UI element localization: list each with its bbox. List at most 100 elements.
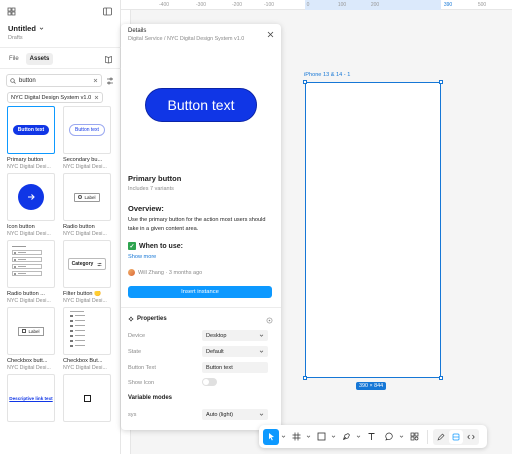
- chevron-down-icon: [259, 334, 264, 337]
- comment-tool-button[interactable]: [381, 429, 397, 445]
- close-icon[interactable]: [267, 31, 274, 38]
- component-card[interactable]: Button text Primary button NYC Digital D…: [7, 106, 55, 170]
- component-library: NYC Digital Desi...: [7, 164, 51, 170]
- library-icon[interactable]: [104, 55, 113, 64]
- design-mode-button[interactable]: [449, 429, 463, 444]
- divider: [0, 68, 121, 69]
- pen-tool-button[interactable]: [338, 429, 354, 445]
- component-card[interactable]: Checkbox But... NYC Digital Desi...: [63, 307, 111, 371]
- properties-heading: Properties: [128, 316, 167, 322]
- chevron-down-icon[interactable]: [399, 434, 404, 439]
- pen-icon: [342, 433, 350, 441]
- component-card[interactable]: Radio button ... NYC Digital Desi...: [7, 240, 55, 304]
- component-name: Primary button: [7, 157, 44, 163]
- search-icon: [10, 77, 16, 84]
- rectangle-icon: [317, 432, 325, 441]
- component-thumbnail: Button text: [63, 106, 111, 154]
- thumb-primary-button: Button text: [12, 125, 50, 135]
- asset-search-field[interactable]: button: [6, 74, 102, 87]
- sys-mode-select[interactable]: Auto (light): [202, 409, 268, 420]
- button-text-value: Button text: [206, 364, 233, 371]
- variable-modes-heading: Variable modes: [128, 395, 173, 401]
- prop-label-show-icon: Show Icon: [128, 380, 155, 386]
- prop-label-state: State: [128, 349, 142, 355]
- resize-handle[interactable]: [439, 80, 443, 84]
- component-thumbnail: Label: [63, 173, 111, 221]
- sidebar-tabs: File Assets: [5, 53, 54, 65]
- move-tool-button[interactable]: [263, 428, 279, 445]
- component-thumbnail: [7, 173, 55, 221]
- show-icon-toggle[interactable]: [202, 378, 217, 386]
- sliders-icon: [97, 262, 102, 266]
- component-card[interactable]: Label Checkbox butt... NYC Digital Desi.…: [7, 307, 55, 371]
- tab-file[interactable]: File: [5, 53, 23, 65]
- device-select[interactable]: Desktop: [202, 330, 268, 341]
- component-card[interactable]: Label Radio button NYC Digital Desi...: [63, 173, 111, 237]
- component-library: NYC Digital Desi...: [63, 365, 107, 371]
- thumb-checkbox-label: Label: [28, 328, 40, 334]
- frame-label[interactable]: iPhone 13 & 14 - 1: [304, 72, 350, 78]
- component-name: Icon button: [7, 224, 35, 230]
- chevron-down-icon: [39, 27, 44, 30]
- component-name: Secondary bu...: [63, 157, 103, 163]
- clear-search-icon[interactable]: [93, 78, 98, 83]
- ruler-tick: 200: [370, 2, 380, 8]
- arrow-right-icon: [28, 194, 35, 200]
- main-menu-icon[interactable]: [7, 7, 16, 16]
- dev-mode-button[interactable]: [464, 430, 478, 444]
- button-text-input[interactable]: Button text: [202, 362, 268, 373]
- device-value: Desktop: [206, 332, 227, 339]
- component-thumbnail: Label: [7, 307, 55, 355]
- ruler-tick: 0: [306, 2, 310, 8]
- author-info: Will Zhang · 3 months ago: [128, 269, 202, 276]
- chevron-down-icon[interactable]: [331, 434, 336, 439]
- frame-tool-button[interactable]: [288, 429, 304, 445]
- file-title[interactable]: Untitled: [8, 24, 44, 33]
- resize-handle[interactable]: [303, 80, 307, 84]
- ruler-tick: -100: [263, 2, 275, 8]
- component-card[interactable]: Descriptive link text: [7, 374, 55, 422]
- divider: [121, 307, 281, 308]
- insert-instance-button[interactable]: Insert instance: [128, 286, 272, 298]
- component-card[interactable]: [63, 374, 111, 422]
- prop-label-device: Device: [128, 333, 146, 339]
- component-card[interactable]: Category Filter button 🟡 NYC Digital Des…: [63, 240, 111, 304]
- comment-icon: [384, 432, 393, 441]
- actions-button[interactable]: [406, 429, 422, 445]
- component-library: NYC Digital Desi...: [7, 298, 51, 304]
- thumb-link: Descriptive link text: [9, 395, 53, 401]
- ruler-tick: -400: [158, 2, 170, 8]
- component-name: Radio button: [63, 224, 95, 230]
- reset-icon[interactable]: [266, 317, 273, 324]
- ruler-tick: -200: [231, 2, 243, 8]
- component-name: Radio button ...: [7, 291, 45, 297]
- show-more-link[interactable]: Show more: [128, 254, 156, 260]
- component-library: NYC Digital Desi...: [7, 365, 51, 371]
- remove-filter-icon[interactable]: [94, 95, 99, 100]
- toggle-sidebar-icon[interactable]: [103, 7, 112, 16]
- text-icon: [368, 433, 374, 440]
- code-icon: [467, 434, 475, 439]
- shape-tool-button[interactable]: [313, 429, 329, 445]
- resize-handle[interactable]: [303, 376, 307, 380]
- tab-assets[interactable]: Assets: [25, 53, 54, 65]
- library-filter-chip[interactable]: NYC Digital Design System v1.0: [7, 92, 104, 103]
- component-name: Checkbox But...: [63, 358, 103, 364]
- chevron-down-icon[interactable]: [306, 434, 311, 439]
- design-icon: [452, 433, 460, 440]
- iphone-frame[interactable]: [305, 82, 441, 378]
- thumb-radio-label: Label: [84, 194, 96, 200]
- chevron-down-icon[interactable]: [356, 434, 361, 439]
- resize-handle[interactable]: [439, 376, 443, 380]
- text-tool-button[interactable]: [363, 429, 379, 445]
- overview-heading: Overview:: [128, 204, 164, 213]
- search-input[interactable]: button: [19, 78, 90, 84]
- state-select[interactable]: Default: [202, 346, 268, 357]
- component-card[interactable]: Button text Secondary bu... NYC Digital …: [63, 106, 111, 170]
- avatar: [128, 269, 135, 276]
- draw-mode-button[interactable]: [434, 430, 448, 444]
- filter-icon[interactable]: [106, 77, 114, 85]
- component-card[interactable]: Icon button NYC Digital Desi...: [7, 173, 55, 237]
- components-grid-icon: [410, 432, 418, 441]
- chevron-down-icon[interactable]: [281, 434, 286, 439]
